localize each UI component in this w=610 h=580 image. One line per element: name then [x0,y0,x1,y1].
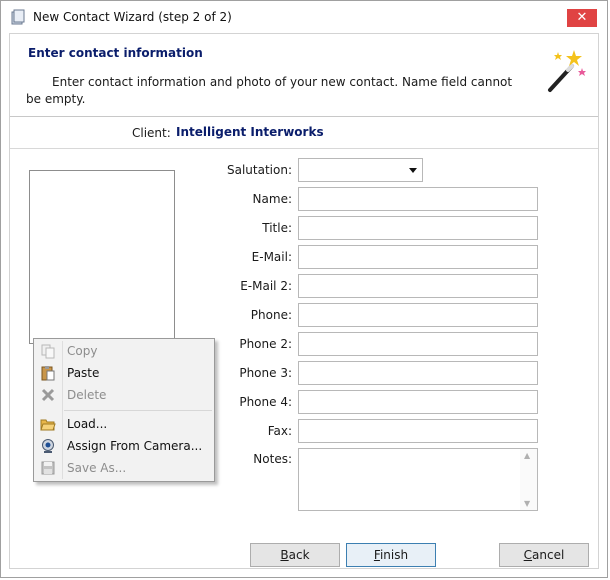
photo-context-menu: Copy Paste Delete Load... Assign From Ca… [33,338,215,482]
menu-divider [64,410,212,411]
delete-icon [41,388,55,402]
page-description-line1: Enter contact information and photo of y… [52,75,513,89]
phone3-field[interactable] [298,361,538,385]
chevron-down-icon [409,168,417,173]
back-button-label: ack [288,548,310,562]
contact-card-icon [11,9,25,25]
cancel-button-label: ancel [532,548,565,562]
cancel-button[interactable]: Cancel [499,543,589,567]
name-field[interactable] [298,187,538,211]
page-description-line2: be empty. [26,92,86,106]
save-icon [41,461,55,475]
email-label: E-Mail: [251,250,292,264]
header-divider [10,116,598,117]
client-divider [10,148,598,149]
wizard-window: New Contact Wizard (step 2 of 2) ✕ Enter… [0,0,608,578]
phone-label: Phone: [250,308,292,322]
client-label: Client: [132,126,171,140]
menu-item-label: Paste [67,366,100,380]
cancel-button-mnemonic: C [523,548,533,562]
email2-label: E-Mail 2: [240,279,292,293]
page-title: Enter contact information [28,46,203,60]
scroll-down-icon[interactable]: ▼ [524,499,530,508]
client-name: Intelligent Interworks [176,125,324,139]
menu-item-assign-from-camera[interactable]: Assign From Camera... [34,435,214,457]
wizard-page: Enter contact information Enter contact … [9,33,599,569]
phone-field[interactable] [298,303,538,327]
menu-item-load[interactable]: Load... [34,413,214,435]
menu-item-label: Save As... [67,461,127,475]
menu-item-label: Delete [67,388,107,402]
menu-item-delete[interactable]: Delete [34,384,214,406]
notes-textarea[interactable]: ▲ ▼ [298,448,538,511]
scroll-up-icon[interactable]: ▲ [524,451,530,460]
title-label: Title: [262,221,292,235]
menu-item-copy[interactable]: Copy [34,340,214,362]
photo-box[interactable] [29,170,175,344]
email2-field[interactable] [298,274,538,298]
folder-open-icon [40,419,56,431]
title-field[interactable] [298,216,538,240]
menu-item-save-as[interactable]: Save As... [34,457,214,479]
menu-item-label: Load... [67,417,108,431]
finish-button-label: inish [379,548,409,562]
menu-item-paste[interactable]: Paste [34,362,214,384]
window-title: New Contact Wizard (step 2 of 2) [33,10,232,24]
menu-item-label: Copy [67,344,98,358]
wizard-header: Enter contact information Enter contact … [10,34,598,114]
salutation-label: Salutation: [227,163,292,177]
finish-button[interactable]: Finish [346,543,436,567]
notes-scrollbar[interactable]: ▲ ▼ [520,449,537,510]
page-description: Enter contact information and photo of y… [26,74,522,108]
close-button[interactable]: ✕ [567,9,597,27]
phone2-field[interactable] [298,332,538,356]
menu-item-label: Assign From Camera... [67,439,203,453]
phone4-field[interactable] [298,390,538,414]
title-bar: New Contact Wizard (step 2 of 2) ✕ [1,1,607,33]
fax-field[interactable] [298,419,538,443]
magic-wand-icon [548,50,586,92]
name-label: Name: [252,192,292,206]
salutation-dropdown[interactable] [298,158,423,182]
back-button-mnemonic: B [280,548,289,562]
copy-icon [41,344,55,359]
email-field[interactable] [298,245,538,269]
webcam-icon [42,439,54,453]
back-button[interactable]: Back [250,543,340,567]
paste-icon [41,366,55,381]
